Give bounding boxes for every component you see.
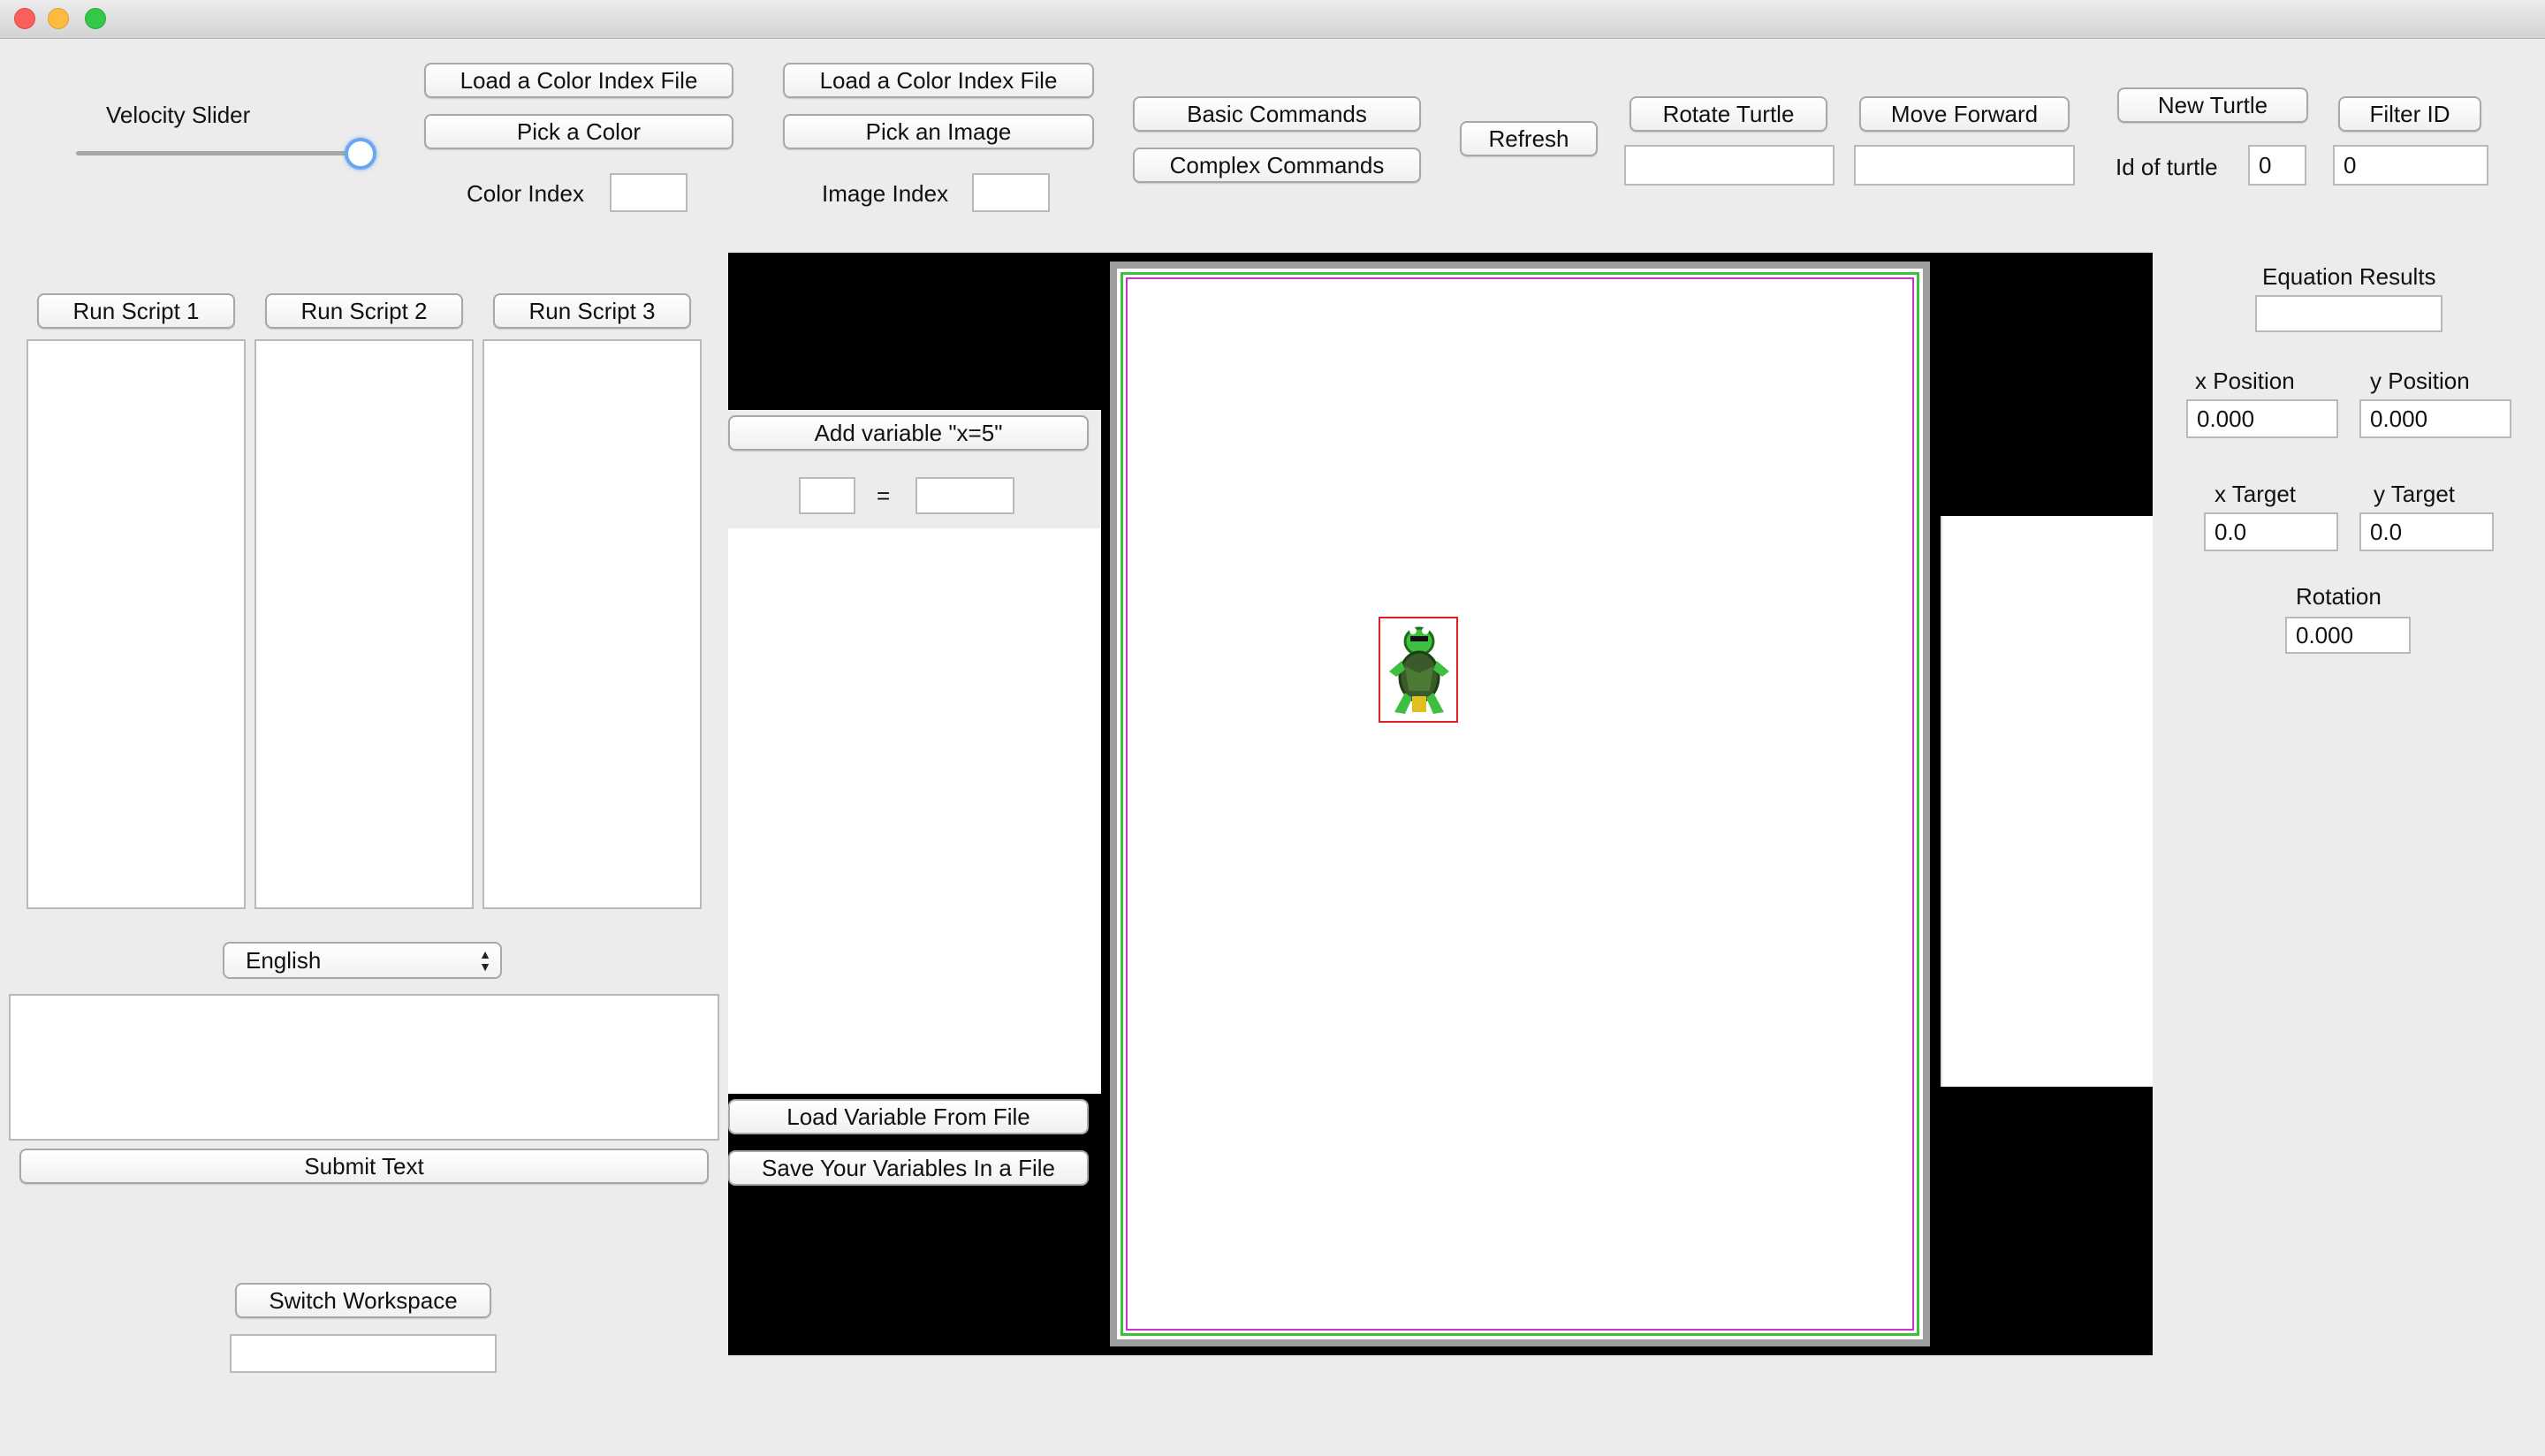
window-title-bar <box>0 0 2545 39</box>
equation-results-label: Equation Results <box>2262 263 2436 290</box>
move-forward-field[interactable] <box>1854 145 2075 186</box>
rotate-turtle-field[interactable] <box>1624 145 1835 186</box>
turtle-icon[interactable] <box>1386 622 1453 719</box>
move-forward-button[interactable]: Move Forward <box>1859 96 2070 132</box>
variable-value-field[interactable] <box>915 477 1014 514</box>
pick-image-button[interactable]: Pick an Image <box>783 114 1094 149</box>
pick-color-button[interactable]: Pick a Color <box>424 114 733 149</box>
run-script-1-button[interactable]: Run Script 1 <box>37 293 235 329</box>
minimize-window-button[interactable] <box>48 8 69 29</box>
basic-commands-button[interactable]: Basic Commands <box>1133 96 1421 132</box>
load-variable-from-file-button[interactable]: Load Variable From File <box>728 1099 1089 1134</box>
rotate-turtle-button[interactable]: Rotate Turtle <box>1630 96 1827 132</box>
language-select[interactable]: English ▲ ▼ <box>223 942 502 979</box>
script-3-textarea[interactable] <box>482 339 702 909</box>
script-2-textarea[interactable] <box>254 339 474 909</box>
run-script-2-button[interactable]: Run Script 2 <box>265 293 463 329</box>
y-target-label: y Target <box>2374 481 2456 507</box>
load-color-index-file-button-2[interactable]: Load a Color Index File <box>783 63 1094 98</box>
color-index-field[interactable] <box>610 173 688 212</box>
variables-list[interactable] <box>728 528 1101 1094</box>
turtle-id-field[interactable]: 0 <box>2248 145 2306 186</box>
y-position-label: y Position <box>2370 368 2470 394</box>
variable-name-field[interactable] <box>799 477 855 514</box>
equals-label: = <box>877 482 891 509</box>
refresh-button[interactable]: Refresh <box>1460 121 1598 156</box>
submit-text-button[interactable]: Submit Text <box>19 1149 709 1184</box>
image-index-label: Image Index <box>822 180 949 207</box>
turtle-id-label: Id of turtle <box>2116 154 2218 180</box>
side-display-panel <box>1941 516 2153 1087</box>
filter-id-button[interactable]: Filter ID <box>2338 96 2481 132</box>
add-variable-button[interactable]: Add variable "x=5" <box>728 415 1089 451</box>
x-target-label: x Target <box>2215 481 2297 507</box>
rotation-field: 0.000 <box>2285 617 2411 654</box>
rotation-label: Rotation <box>2296 583 2382 610</box>
velocity-slider-track[interactable] <box>76 151 361 155</box>
x-position-field: 0.000 <box>2186 399 2338 438</box>
filter-id-field[interactable]: 0 <box>2333 145 2488 186</box>
y-position-field: 0.000 <box>2359 399 2511 438</box>
load-color-index-file-button[interactable]: Load a Color Index File <box>424 63 733 98</box>
new-turtle-button[interactable]: New Turtle <box>2117 87 2308 123</box>
language-select-value: English <box>246 946 322 974</box>
x-position-label: x Position <box>2195 368 2295 394</box>
image-index-field[interactable] <box>972 173 1050 212</box>
velocity-slider-thumb[interactable] <box>345 138 376 170</box>
y-target-field: 0.0 <box>2359 512 2494 551</box>
switch-workspace-button[interactable]: Switch Workspace <box>235 1283 491 1318</box>
select-arrows-icon: ▲ ▼ <box>479 947 491 974</box>
run-script-3-button[interactable]: Run Script 3 <box>493 293 691 329</box>
script-1-textarea[interactable] <box>27 339 246 909</box>
complex-commands-button[interactable]: Complex Commands <box>1133 148 1421 183</box>
command-input-textarea[interactable] <box>9 994 719 1141</box>
velocity-slider-label: Velocity Slider <box>106 102 251 128</box>
zoom-window-button[interactable] <box>85 8 106 29</box>
save-variables-button[interactable]: Save Your Variables In a File <box>728 1150 1089 1186</box>
turtle-canvas[interactable] <box>1126 277 1914 1331</box>
x-target-field: 0.0 <box>2204 512 2338 551</box>
workspace-field[interactable] <box>230 1334 497 1373</box>
close-window-button[interactable] <box>14 8 35 29</box>
equation-results-field <box>2255 295 2442 332</box>
color-index-label: Color Index <box>467 180 584 207</box>
